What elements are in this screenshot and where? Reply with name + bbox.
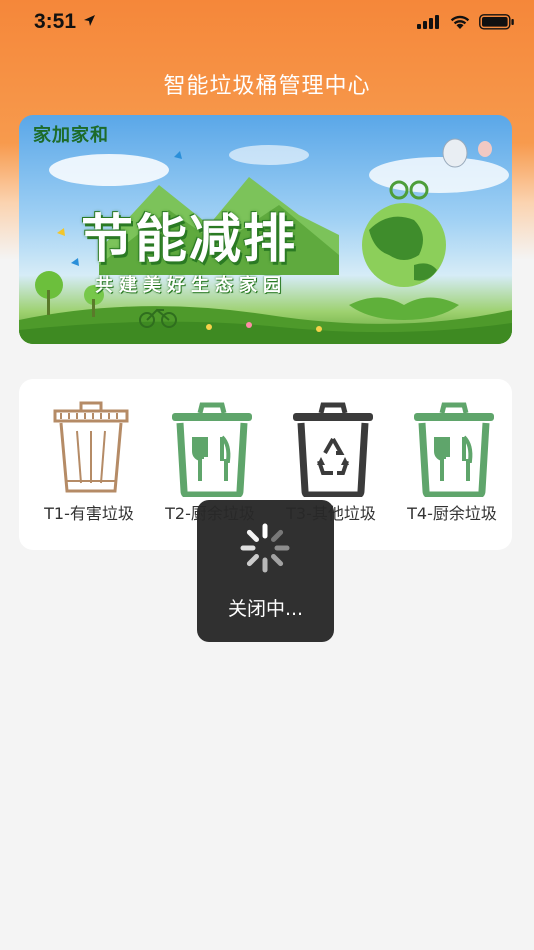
battery-full-icon — [479, 14, 514, 30]
page-title: 智能垃圾桶管理中心 — [163, 74, 371, 99]
loading-toast: 关闭中... — [197, 500, 334, 642]
location-arrow-icon — [84, 15, 95, 26]
wifi-icon — [450, 15, 470, 29]
promo-banner[interactable]: 家加家和 节能减排 共建美好生态家园 — [19, 115, 512, 344]
cellular-signal-icon — [417, 15, 439, 29]
kitchen-waste-bin-icon — [172, 402, 252, 497]
bin-item-t4[interactable]: T4-厨余垃圾 — [392, 397, 512, 527]
app-screen: 3:51 智能垃圾桶管理中心 家加家和 节能减排 共建美好生态家园 T1-有害垃… — [0, 0, 534, 950]
bin-label-t1: T1-有害垃圾 — [44, 504, 134, 523]
banner-slogan: 节能减排 — [81, 210, 298, 270]
bin-label-t4: T4-厨余垃圾 — [407, 504, 497, 523]
toast-message: 关闭中... — [227, 598, 304, 620]
bin-item-t1[interactable]: T1-有害垃圾 — [29, 397, 149, 527]
status-bar: 3:51 — [0, 0, 534, 44]
loading-spinner-icon — [240, 523, 290, 573]
banner-subtitle: 共建美好生态家园 — [95, 275, 287, 296]
recycle-bin-icon — [293, 402, 373, 497]
status-time: 3:51 — [34, 10, 77, 33]
banner-brand: 家加家和 — [33, 125, 109, 146]
kitchen-waste-bin-icon — [414, 402, 494, 497]
hazardous-bin-icon — [53, 401, 129, 493]
